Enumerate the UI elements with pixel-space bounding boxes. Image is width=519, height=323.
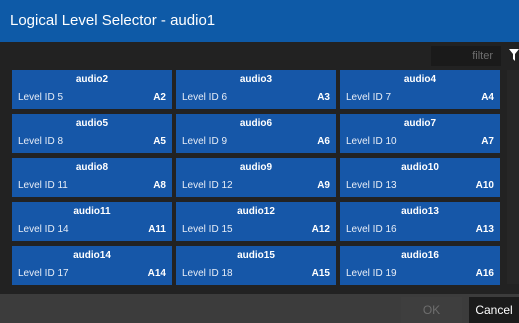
level-tile[interactable]: audio13 Level ID 16 A13 xyxy=(340,202,500,241)
level-code: A16 xyxy=(475,268,494,279)
level-code: A13 xyxy=(475,224,494,235)
level-code: A12 xyxy=(311,224,330,235)
level-id: Level ID 10 xyxy=(346,136,397,147)
level-code: A10 xyxy=(475,180,494,191)
level-tile[interactable]: audio8 Level ID 11 A8 xyxy=(12,158,172,197)
level-name: audio16 xyxy=(401,250,439,261)
dialog-title-bar: Logical Level Selector - audio1 xyxy=(0,0,519,42)
level-id: Level ID 17 xyxy=(18,268,69,279)
level-tile[interactable]: audio10 Level ID 13 A10 xyxy=(340,158,500,197)
cancel-button[interactable]: Cancel xyxy=(469,297,519,323)
level-code: A6 xyxy=(317,136,330,147)
level-id: Level ID 8 xyxy=(18,136,64,147)
level-name: audio10 xyxy=(401,162,439,173)
level-id: Level ID 19 xyxy=(346,268,397,279)
level-id: Level ID 7 xyxy=(346,92,392,103)
level-id: Level ID 14 xyxy=(18,224,69,235)
level-code: A5 xyxy=(153,136,166,147)
level-tile[interactable]: audio3 Level ID 6 A3 xyxy=(176,70,336,109)
level-name: audio4 xyxy=(403,74,437,85)
level-grid: audio2 Level ID 5 A2 audio3 Level ID 6 A3 audi… xyxy=(12,70,500,285)
level-code: A14 xyxy=(147,268,166,279)
level-tile[interactable]: audio2 Level ID 5 A2 xyxy=(12,70,172,109)
level-id: Level ID 11 xyxy=(18,180,68,191)
level-id: Level ID 6 xyxy=(182,92,228,103)
level-name: audio14 xyxy=(73,250,111,261)
filter-input[interactable]: filter xyxy=(431,46,501,66)
level-id: Level ID 13 xyxy=(346,180,397,191)
level-tile[interactable]: audio12 Level ID 15 A12 xyxy=(176,202,336,241)
level-tile[interactable]: audio9 Level ID 12 A9 xyxy=(176,158,336,197)
level-name: audio11 xyxy=(73,206,111,217)
level-name: audio2 xyxy=(75,74,109,85)
level-name: audio5 xyxy=(75,118,109,129)
ok-button[interactable]: OK xyxy=(401,297,462,323)
level-name: audio6 xyxy=(239,118,273,129)
level-code: A4 xyxy=(481,92,494,103)
level-code: A8 xyxy=(153,180,166,191)
level-id: Level ID 9 xyxy=(182,136,228,147)
level-code: A7 xyxy=(481,136,494,147)
level-tile[interactable]: audio16 Level ID 19 A16 xyxy=(340,246,500,285)
level-name: audio13 xyxy=(401,206,439,217)
level-code: A11 xyxy=(148,224,166,235)
level-id: Level ID 12 xyxy=(182,180,233,191)
level-code: A2 xyxy=(153,92,166,103)
level-id: Level ID 16 xyxy=(346,224,397,235)
level-name: audio15 xyxy=(237,250,275,261)
level-name: audio9 xyxy=(239,162,273,173)
level-tile[interactable]: audio11 Level ID 14 A11 xyxy=(12,202,172,241)
level-id: Level ID 5 xyxy=(18,92,64,103)
level-tile[interactable]: audio6 Level ID 9 A6 xyxy=(176,114,336,153)
level-id: Level ID 18 xyxy=(182,268,233,279)
level-id: Level ID 15 xyxy=(182,224,233,235)
level-name: audio12 xyxy=(237,206,275,217)
level-tile[interactable]: audio5 Level ID 8 A5 xyxy=(12,114,172,153)
level-name: audio8 xyxy=(75,162,109,173)
scrollbar-track[interactable] xyxy=(507,70,519,284)
dialog-title: Logical Level Selector - audio1 xyxy=(10,12,216,29)
level-code: A9 xyxy=(317,180,330,191)
level-tile[interactable]: audio4 Level ID 7 A4 xyxy=(340,70,500,109)
level-tile[interactable]: audio7 Level ID 10 A7 xyxy=(340,114,500,153)
level-name: audio3 xyxy=(239,74,273,85)
level-tile[interactable]: audio14 Level ID 17 A14 xyxy=(12,246,172,285)
filter-icon[interactable] xyxy=(509,49,519,63)
level-tile[interactable]: audio15 Level ID 18 A15 xyxy=(176,246,336,285)
level-name: audio7 xyxy=(403,118,437,129)
level-code: A3 xyxy=(317,92,330,103)
level-code: A15 xyxy=(311,268,330,279)
